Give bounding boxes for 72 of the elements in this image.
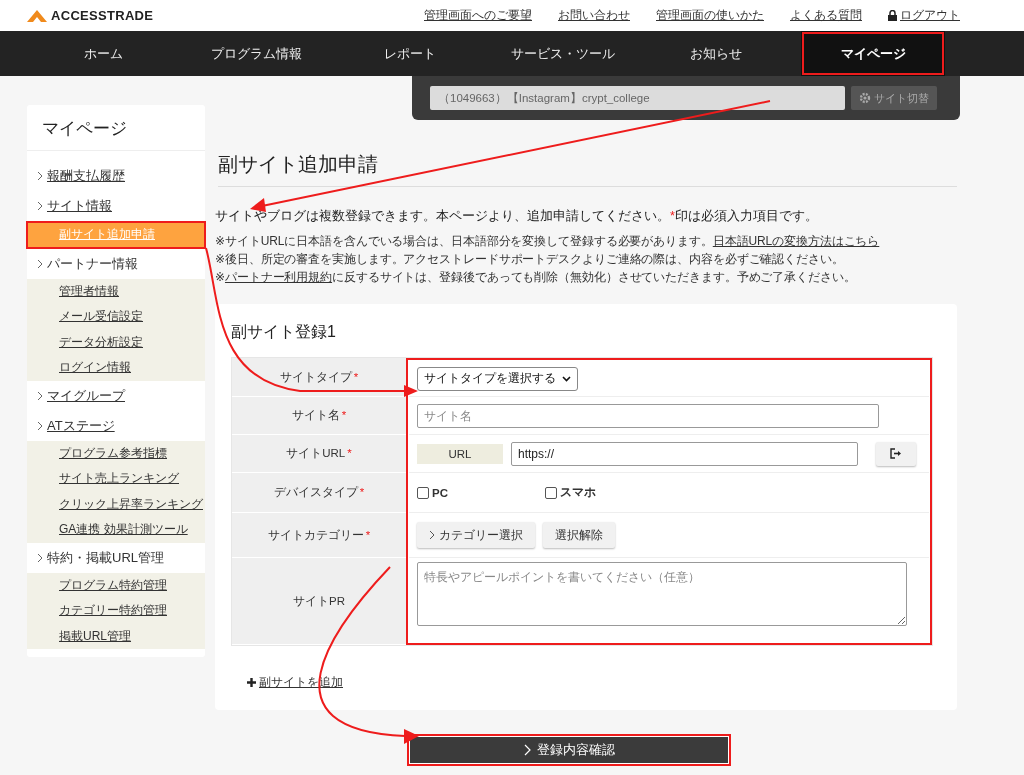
sidebar-link[interactable]: サイト情報 xyxy=(47,197,112,215)
lock-icon xyxy=(888,10,897,21)
nav-tab[interactable]: ホーム xyxy=(27,31,180,76)
site-name-field[interactable]: サイト名 xyxy=(417,403,879,428)
page-title: 副サイト追加申請 xyxy=(218,151,957,187)
note-text: ※後日、所定の審査を実施します。アクセストレードサポートデスクよりご連絡の際は、内容を必ずご確認ください。 xyxy=(215,251,845,268)
sidebar-link[interactable]: ATステージ xyxy=(47,416,115,435)
field-label: デバイスタイプ * xyxy=(273,485,365,500)
sidebar-item[interactable]: プログラム参考指標 xyxy=(27,440,205,466)
chevron-icon xyxy=(523,744,531,756)
site-pr-field[interactable]: 特長やアピールポイントを書いてください（任意） xyxy=(417,562,907,626)
chevron-icon xyxy=(37,171,43,181)
sidebar-title: マイページ xyxy=(27,105,205,151)
open-url-button[interactable] xyxy=(876,441,916,466)
chevron-icon xyxy=(37,552,43,563)
category-button[interactable]: カテゴリー選択 xyxy=(417,522,535,548)
url-prefix-label: URL xyxy=(417,443,503,464)
intro-text: サイトやブログは複数登録できます。本ページより、追加申請してください。*印は必須入力項目です。 xyxy=(215,208,819,225)
field-label: サイトURL * xyxy=(286,446,352,461)
sidebar-item[interactable]: クリック上昇率ランキング xyxy=(27,491,205,517)
chevron-icon xyxy=(37,390,43,401)
sidebar-item[interactable]: 掲載URL管理 xyxy=(27,623,205,649)
add-site-link[interactable]: 副サイトを追加 xyxy=(247,675,343,690)
header-link[interactable]: 管理画面の使いかた xyxy=(656,7,764,24)
nav-tab[interactable]: サービス・ツール xyxy=(486,31,639,76)
url-field[interactable]: https:// xyxy=(511,441,858,466)
nav-tab[interactable]: お知らせ xyxy=(639,31,792,76)
nav-tab[interactable]: マイページ xyxy=(801,31,945,76)
sidebar-link[interactable]: 報酬支払履歴 xyxy=(47,167,125,185)
sidebar-heading[interactable]: 特約・掲載URL管理 xyxy=(47,548,164,567)
checkbox[interactable] xyxy=(545,486,557,499)
chevron-icon xyxy=(37,258,43,269)
checkbox-label: スマホ xyxy=(560,485,596,500)
field-label: サイトタイプ * xyxy=(279,369,359,385)
settings-icon xyxy=(859,92,871,104)
exit-icon xyxy=(890,448,902,459)
field-label: サイトカテゴリー * xyxy=(267,527,371,543)
sidebar-heading[interactable]: パートナー情報 xyxy=(47,254,138,273)
sidebar-item[interactable]: プログラム特約管理 xyxy=(27,572,205,598)
nav-tab[interactable]: レポート xyxy=(333,31,486,76)
sidebar-item[interactable]: サイト売上ランキング xyxy=(27,466,205,492)
header-link[interactable]: 管理画面へのご要望 xyxy=(424,7,532,24)
note-text: ※パートナー利用規約に反するサイトは、登録後であっても削除（無効化）させていただきます。予めご了承ください。 xyxy=(215,269,857,286)
site-type-select[interactable]: サイトタイプを選択する xyxy=(417,366,578,391)
checkbox[interactable] xyxy=(417,486,429,499)
plus-icon xyxy=(247,678,256,687)
category-button[interactable]: 選択解除 xyxy=(543,522,615,548)
logo-icon xyxy=(27,9,47,22)
header-link[interactable]: お問い合わせ xyxy=(558,7,630,24)
sidebar-item[interactable]: カテゴリー特約管理 xyxy=(27,598,205,624)
link[interactable]: 日本語URLの変換方法はこちら xyxy=(712,234,880,248)
sidebar-link[interactable]: マイグループ xyxy=(47,386,125,405)
chevron-icon xyxy=(37,201,43,211)
sidebar-item[interactable]: ログイン情報 xyxy=(27,355,205,381)
nav-tab[interactable]: プログラム情報 xyxy=(180,31,333,76)
logo-text: ACCESSTRADE xyxy=(51,8,154,23)
sidebar-item[interactable]: データ分析設定 xyxy=(27,329,205,355)
checkbox-label: PC xyxy=(432,486,448,499)
field-label: サイト名 * xyxy=(291,408,347,423)
logout-link[interactable]: ログアウト xyxy=(900,7,960,24)
sidebar-item[interactable]: GA連携 効果計測ツール xyxy=(27,517,205,543)
link[interactable]: パートナー利用規約 xyxy=(224,270,333,284)
chevron-icon xyxy=(37,420,43,431)
site-field[interactable]: （1049663）【Instagram】crypt_college xyxy=(430,86,845,110)
form-title: 副サイト登録1 xyxy=(231,322,337,342)
header-link[interactable]: よくある質問 xyxy=(790,7,862,24)
note-text: ※サイトURLに日本語を含んでいる場合は、日本語部分を変換して登録する必要があります。日本語URLの変換方法はこちら xyxy=(215,233,881,250)
sidebar-item[interactable]: 管理者情報 xyxy=(27,278,205,304)
sidebar-item[interactable]: メール受信設定 xyxy=(27,304,205,330)
field-label: サイトPR xyxy=(293,593,345,609)
confirm-button[interactable]: 登録内容確認 xyxy=(407,734,731,766)
caret-icon xyxy=(562,375,571,382)
